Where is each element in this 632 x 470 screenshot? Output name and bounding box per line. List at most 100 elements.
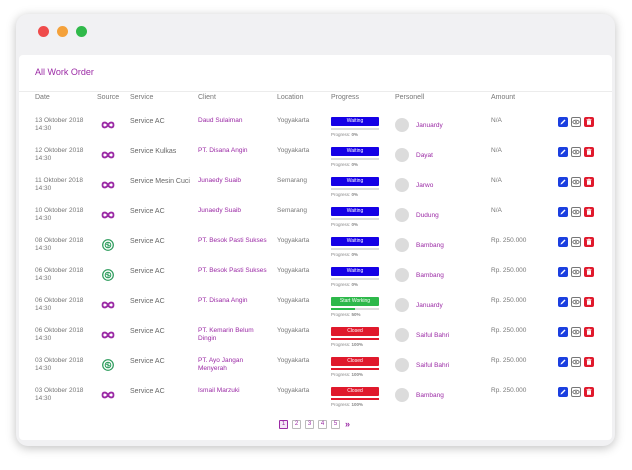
row-amount: Rp. 250.000 [491, 237, 527, 244]
delete-button[interactable] [584, 177, 594, 187]
row-location: Yogyakarta [277, 327, 310, 334]
page-button-1[interactable]: 1 [279, 420, 288, 429]
work-order-panel: All Work Order Date Source Service Clien… [19, 55, 612, 440]
next-page-icon[interactable]: » [345, 419, 350, 429]
edit-button[interactable] [558, 267, 568, 277]
row-personell-link[interactable]: Bambang [416, 272, 444, 279]
row-date: 03 Oktober 2018 14:30 [35, 387, 84, 402]
trash-icon [586, 238, 592, 245]
table-row[interactable]: 12 Oktober 2018 14:30 Service Kulkas PT.… [19, 143, 612, 173]
progress-bar [331, 278, 379, 280]
view-button[interactable] [571, 177, 581, 187]
edit-button[interactable] [558, 117, 568, 127]
table-row[interactable]: 08 Oktober 2018 14:30 Service AC PT. Bes… [19, 233, 612, 263]
row-personell-link[interactable]: Bambang [416, 242, 444, 249]
progress-percent: 0% [351, 252, 359, 257]
view-button[interactable] [571, 207, 581, 217]
view-button[interactable] [571, 117, 581, 127]
eye-icon [572, 209, 580, 215]
window-maximize-button[interactable] [76, 26, 87, 37]
edit-button[interactable] [558, 237, 568, 247]
edit-button[interactable] [558, 147, 568, 157]
row-client-link[interactable]: Ismail Marzuki [198, 387, 268, 395]
view-button[interactable] [571, 327, 581, 337]
table-row[interactable]: 03 Oktober 2018 14:30 Service AC PT. Ayo… [19, 353, 612, 383]
progress-bar-fill [331, 368, 379, 370]
delete-button[interactable] [584, 237, 594, 247]
view-button[interactable] [571, 387, 581, 397]
row-date: 06 Oktober 2018 14:30 [35, 297, 84, 312]
view-button[interactable] [571, 267, 581, 277]
row-client-link[interactable]: PT. Disana Angin [198, 297, 268, 305]
row-service: Service Mesin Cuci [130, 178, 190, 185]
view-button[interactable] [571, 357, 581, 367]
progress-label: Progress: 0% [331, 192, 358, 197]
row-client-link[interactable]: Junaedy Suaib [198, 177, 268, 185]
table-row[interactable]: 06 Oktober 2018 14:30 Service AC PT. Bes… [19, 263, 612, 293]
source-infinity-icon [101, 388, 115, 400]
table-row[interactable]: 03 Oktober 2018 14:30 Service AC Ismail … [19, 383, 612, 413]
progress-prefix: Progress: [331, 222, 351, 227]
progress-bar [331, 338, 379, 340]
page-button-2[interactable]: 2 [292, 420, 301, 429]
page-button-5[interactable]: 5 [331, 420, 340, 429]
table-row[interactable]: 06 Oktober 2018 14:30 Service AC PT. Dis… [19, 293, 612, 323]
column-header-date: Date [35, 94, 50, 101]
pencil-icon [560, 179, 566, 185]
row-client-link[interactable]: Junaedy Suaib [198, 207, 268, 215]
delete-button[interactable] [584, 387, 594, 397]
eye-icon [572, 179, 580, 185]
edit-button[interactable] [558, 207, 568, 217]
row-actions [558, 327, 598, 338]
delete-button[interactable] [584, 297, 594, 307]
avatar [395, 268, 409, 282]
row-personell-link[interactable]: Jarwo [416, 182, 433, 189]
table-row[interactable]: 11 Oktober 2018 14:30 Service Mesin Cuci… [19, 173, 612, 203]
row-personell-link[interactable]: Saiful Bahri [416, 332, 449, 339]
view-button[interactable] [571, 237, 581, 247]
edit-button[interactable] [558, 177, 568, 187]
window-close-button[interactable] [38, 26, 49, 37]
row-amount: Rp. 250.000 [491, 297, 527, 304]
row-personell-link[interactable]: Dudung [416, 212, 439, 219]
delete-button[interactable] [584, 207, 594, 217]
delete-button[interactable] [584, 267, 594, 277]
table-row[interactable]: 10 Oktober 2018 14:30 Service AC Junaedy… [19, 203, 612, 233]
row-personell-link[interactable]: Bambang [416, 392, 444, 399]
status-badge: Waiting [331, 177, 379, 186]
delete-button[interactable] [584, 357, 594, 367]
table-row[interactable]: 06 Oktober 2018 14:30 Service AC PT. Kem… [19, 323, 612, 353]
progress-label: Progress: 0% [331, 222, 358, 227]
row-service: Service AC [130, 298, 165, 305]
pencil-icon [560, 359, 566, 365]
view-button[interactable] [571, 147, 581, 157]
edit-button[interactable] [558, 327, 568, 337]
page-button-4[interactable]: 4 [318, 420, 327, 429]
table-row[interactable]: 13 Oktober 2018 14:30 Service AC Daud Su… [19, 113, 612, 143]
row-client-link[interactable]: PT. Kemarin Belum Dingin [198, 327, 268, 343]
row-amount: Rp. 250.000 [491, 387, 527, 394]
delete-button[interactable] [584, 327, 594, 337]
delete-button[interactable] [584, 147, 594, 157]
row-amount: N/A [491, 147, 502, 154]
delete-button[interactable] [584, 117, 594, 127]
source-infinity-icon [101, 118, 115, 130]
row-location: Yogyakarta [277, 387, 310, 394]
progress-bar [331, 308, 379, 310]
row-client-link[interactable]: PT. Besok Pasti Sukses [198, 237, 268, 245]
edit-button[interactable] [558, 387, 568, 397]
row-personell-link[interactable]: Saiful Bahri [416, 362, 449, 369]
row-personell-link[interactable]: Januardy [416, 122, 443, 129]
row-client-link[interactable]: PT. Disana Angin [198, 147, 268, 155]
row-personell-link[interactable]: Januardy [416, 302, 443, 309]
row-client-link[interactable]: PT. Besok Pasti Sukses [198, 267, 268, 275]
progress-percent: 50% [351, 312, 361, 317]
row-client-link[interactable]: Daud Sulaiman [198, 117, 268, 125]
edit-button[interactable] [558, 297, 568, 307]
page-button-3[interactable]: 3 [305, 420, 314, 429]
window-minimize-button[interactable] [57, 26, 68, 37]
edit-button[interactable] [558, 357, 568, 367]
row-personell-link[interactable]: Dayat [416, 152, 433, 159]
view-button[interactable] [571, 297, 581, 307]
row-client-link[interactable]: PT. Ayo Jangan Menyerah [198, 357, 268, 373]
